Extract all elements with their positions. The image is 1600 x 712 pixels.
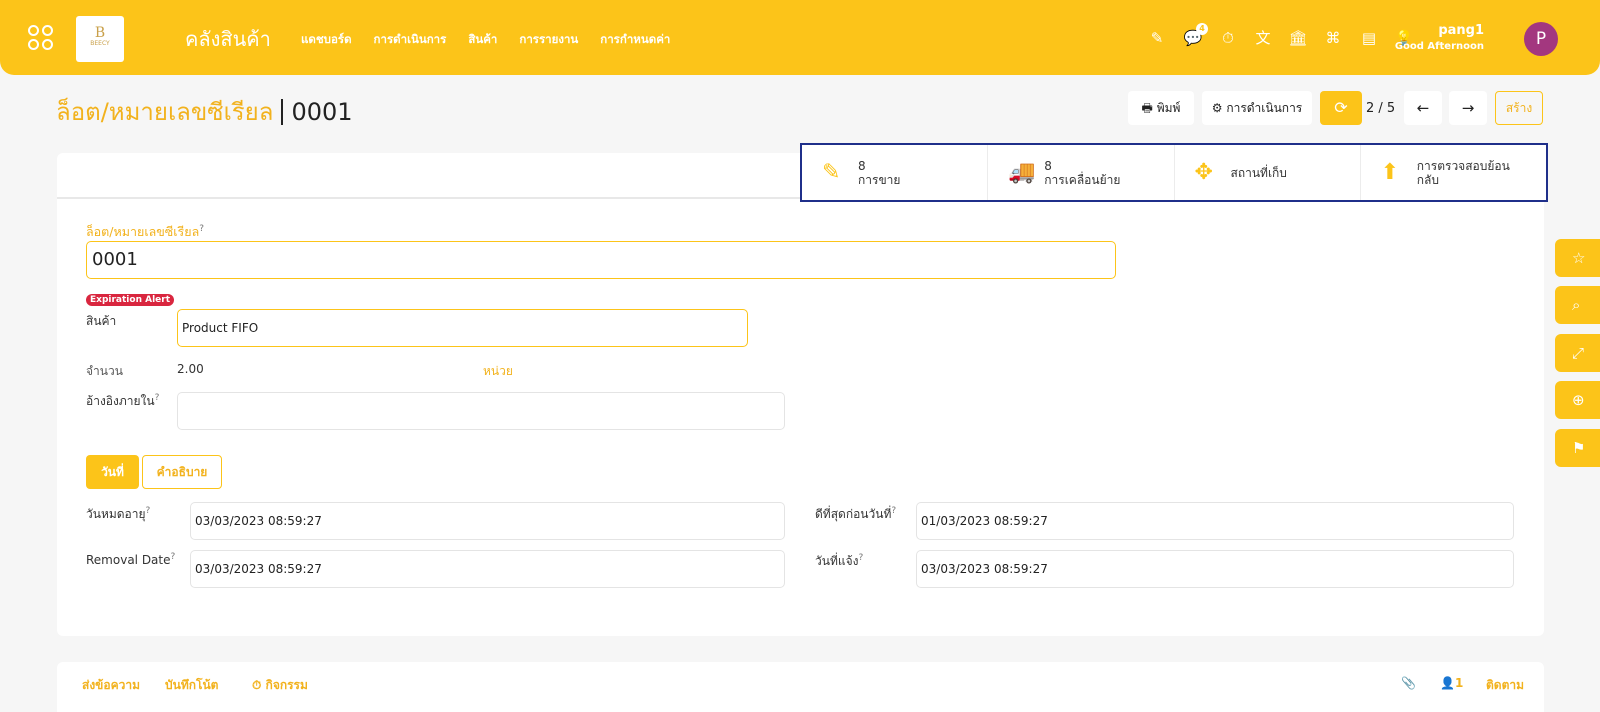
- company-logo: B BEECY: [76, 16, 124, 62]
- chat-icon[interactable]: 💬 4: [1182, 23, 1208, 49]
- paint-roller-icon[interactable]: ▤: [1358, 27, 1380, 49]
- zoom-in-icon: ⊕: [1572, 391, 1585, 409]
- activity-button[interactable]: ⏱ กิจกรรม: [252, 676, 308, 695]
- followers-button[interactable]: 👤1: [1440, 676, 1463, 690]
- send-message-button[interactable]: ส่งข้อความ: [82, 676, 140, 695]
- refresh-button[interactable]: ⟳: [1320, 91, 1362, 125]
- smart-buttons: ✎ 8 การขาย 🚚 8 การเคลื่อนย้าย ✥ สถานที่เก็…: [800, 143, 1548, 202]
- bank-icon[interactable]: 🏛: [1287, 27, 1309, 49]
- best-before-date-field[interactable]: 01/03/2023 08:59:27: [916, 502, 1514, 540]
- stat-locations[interactable]: ✥ สถานที่เก็บ: [1175, 145, 1361, 200]
- nav-operations[interactable]: การดำเนินการ: [374, 31, 447, 49]
- translate-icon[interactable]: 文: [1252, 27, 1274, 49]
- avatar[interactable]: P: [1524, 22, 1558, 56]
- top-bar: B BEECY คลังสินค้า แดชบอร์ด การดำเนินการ …: [0, 0, 1600, 75]
- timer-icon: ⏱: [252, 678, 266, 692]
- favorite-button[interactable]: ☆: [1555, 239, 1600, 277]
- user-icon: 👤: [1440, 676, 1455, 690]
- code-icon[interactable]: ⌘: [1322, 27, 1344, 49]
- stat-traceability[interactable]: ⬆ การตรวจสอบย้อนกลับ: [1361, 145, 1546, 200]
- arrow-right-icon: →: [1461, 99, 1475, 117]
- breadcrumb-current: 0001: [291, 98, 353, 126]
- arrow-left-icon: ←: [1416, 99, 1430, 117]
- quantity-label: จำนวน: [86, 364, 123, 378]
- internal-ref-label: อ้างอิงภายใน?: [86, 393, 160, 408]
- arrow-up-icon: ⬆: [1380, 160, 1400, 185]
- best-before-label: ดีที่สุดก่อนวันที่?: [815, 506, 897, 521]
- breadcrumb: ล็อต/หมายเลขซีเรียล 0001: [56, 92, 353, 131]
- expiry-label: วันหมดอายุ?: [86, 506, 151, 521]
- bookmark-icon: ⚑: [1572, 439, 1586, 457]
- star-icon: ☆: [1572, 249, 1586, 267]
- removal-date-field[interactable]: 03/03/2023 08:59:27: [190, 550, 785, 588]
- expand-button[interactable]: ⤢: [1555, 334, 1600, 372]
- create-button[interactable]: สร้าง: [1495, 91, 1543, 125]
- printer-icon: 🖶: [1141, 101, 1157, 115]
- greeting: Good Afternoon: [1394, 41, 1484, 52]
- user-name[interactable]: pang1: [1438, 23, 1484, 38]
- product-label: สินค้า: [86, 314, 117, 328]
- stat-transfers[interactable]: 🚚 8 การเคลื่อนย้าย: [988, 145, 1175, 200]
- search-icon: ⌕: [1572, 296, 1581, 314]
- previous-button[interactable]: ←: [1404, 91, 1442, 125]
- product-field[interactable]: Product FIFO: [177, 309, 748, 347]
- log-note-button[interactable]: บันทึกโน้ต: [165, 676, 218, 695]
- truck-icon: 🚚: [1008, 160, 1036, 185]
- apps-menu-icon[interactable]: [28, 25, 56, 53]
- pager-value: 2 / 5: [1366, 101, 1396, 116]
- edit-icon: ✎: [822, 160, 841, 185]
- stat-sales[interactable]: ✎ 8 การขาย: [802, 145, 989, 200]
- search-button[interactable]: ⌕: [1555, 286, 1600, 324]
- next-button[interactable]: →: [1449, 91, 1487, 125]
- move-arrows-icon: ✥: [1194, 160, 1213, 185]
- uom-value[interactable]: หน่วย: [483, 362, 513, 381]
- quantity-value: 2.00: [177, 362, 204, 376]
- paperclip-icon[interactable]: 📎: [1401, 676, 1416, 690]
- expiration-alert-badge: Expiration Alert: [86, 294, 174, 306]
- timer-icon[interactable]: ⏱: [1217, 27, 1239, 49]
- lot-label: ล็อต/หมายเลขซีเรียล?: [86, 223, 205, 239]
- main-nav: แดชบอร์ด การดำเนินการ สินค้า การรายงาน ก…: [301, 31, 670, 49]
- gear-icon: ⚙: [1211, 101, 1227, 115]
- nav-reporting[interactable]: การรายงาน: [519, 31, 578, 49]
- expiry-date-field[interactable]: 03/03/2023 08:59:27: [190, 502, 785, 540]
- expand-icon: ⤢: [1572, 344, 1585, 362]
- zoom-button[interactable]: ⊕: [1555, 381, 1600, 419]
- removal-label: Removal Date?: [86, 552, 176, 567]
- internal-ref-field[interactable]: [177, 392, 785, 430]
- tab-description[interactable]: คำอธิบาย: [142, 455, 222, 489]
- breadcrumb-parent[interactable]: ล็อต/หมายเลขซีเรียล: [56, 98, 273, 126]
- print-button[interactable]: 🖶 พิมพ์: [1128, 91, 1194, 125]
- notification-badge: 4: [1196, 23, 1208, 35]
- action-button[interactable]: ⚙ การดำเนินการ: [1202, 91, 1312, 125]
- refresh-icon: ⟳: [1334, 98, 1348, 117]
- follow-button[interactable]: ติดตาม: [1486, 676, 1524, 695]
- alert-date-field[interactable]: 03/03/2023 08:59:27: [916, 550, 1514, 588]
- nav-dashboard[interactable]: แดชบอร์ด: [301, 31, 352, 49]
- nav-products[interactable]: สินค้า: [468, 31, 497, 49]
- lot-number-field[interactable]: 0001: [86, 241, 1116, 279]
- edit-icon[interactable]: ✎: [1146, 27, 1168, 49]
- alert-date-label: วันที่แจ้ง?: [815, 553, 864, 568]
- tab-dates[interactable]: วันที่: [86, 455, 139, 489]
- app-title: คลังสินค้า: [185, 27, 271, 51]
- breadcrumb-separator: [281, 99, 284, 125]
- nav-configuration[interactable]: การกำหนดค่า: [600, 31, 670, 49]
- bookmark-button[interactable]: ⚑: [1555, 429, 1600, 467]
